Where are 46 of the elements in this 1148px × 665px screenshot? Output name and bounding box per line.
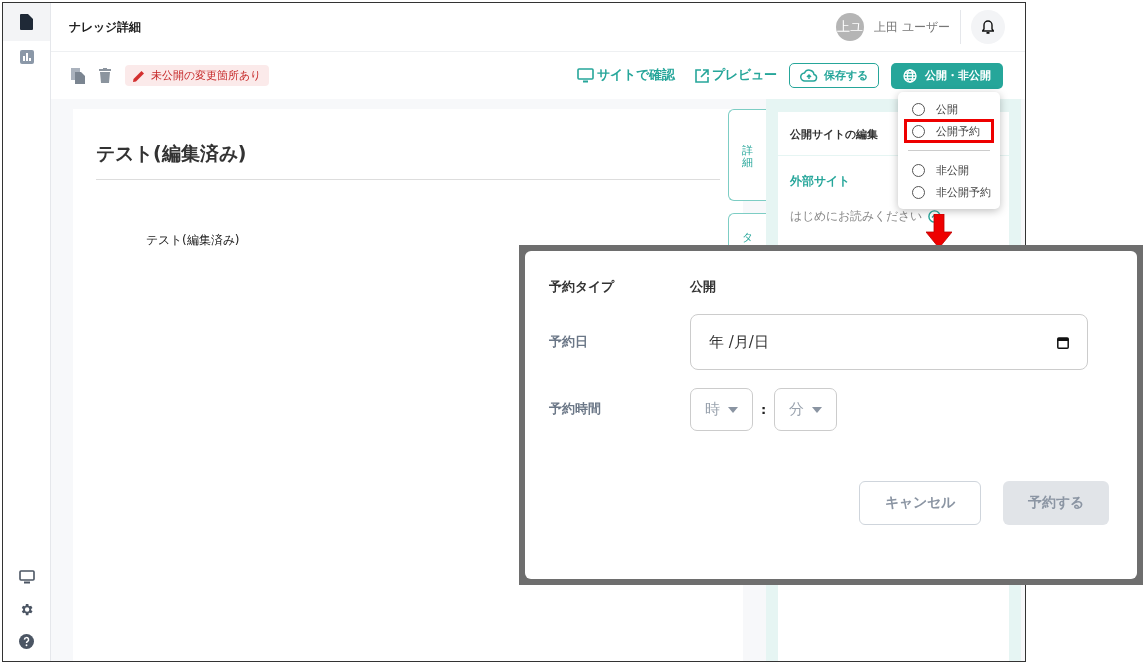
notification-button[interactable] (971, 10, 1005, 44)
toolbar-link[interactable]: プレビュー (695, 67, 777, 84)
globe-icon (903, 68, 917, 83)
menu-item[interactable]: 公開予約 (898, 120, 1000, 142)
settings-icon (19, 601, 34, 617)
time-separator: : (761, 402, 767, 417)
section-label: 外部サイト (790, 174, 850, 189)
document-icon (20, 14, 33, 30)
sidebar-item[interactable] (3, 3, 50, 41)
hour-select[interactable]: 時 (690, 388, 753, 431)
cloud-upload-icon (800, 69, 818, 82)
field-label: 予約タイプ (549, 279, 616, 296)
delete-button[interactable] (99, 68, 111, 83)
user-name: 上田 ユーザー (874, 19, 950, 35)
save-button[interactable]: 保存する (789, 63, 879, 88)
publish-button[interactable]: 公開・非公開 (891, 62, 1003, 89)
avatar[interactable]: 上ユ (836, 13, 865, 41)
page-title: ナレッジ詳細 (69, 18, 141, 36)
bar-chart-icon (19, 50, 34, 64)
field-value: 公開 (690, 279, 716, 296)
help-icon (19, 633, 34, 649)
field-label: 予約時間 (549, 401, 602, 418)
bell-icon (982, 20, 994, 34)
side-tab[interactable]: 詳細 (728, 109, 766, 201)
external-link-icon (695, 68, 709, 83)
toolbar-link[interactable]: サイトで確認 (577, 67, 675, 84)
down-arrow (926, 214, 952, 248)
date-field[interactable]: 年 /月/日 (690, 314, 1088, 370)
caret-icon (728, 406, 738, 413)
minute-select[interactable]: 分 (774, 388, 838, 431)
copy-icon (71, 67, 85, 84)
cancel-button[interactable]: キャンセル (859, 481, 981, 525)
calendar-icon[interactable] (1057, 335, 1069, 349)
trash-icon (99, 68, 111, 83)
field-label: 予約日 (549, 333, 589, 351)
menu-item[interactable]: 非公開予約 (898, 181, 1000, 203)
monitor-icon (577, 68, 594, 83)
copy-button[interactable] (71, 67, 85, 84)
article-title: テスト(編集済み) (96, 133, 720, 180)
pencil-icon (133, 69, 145, 82)
caret-icon (812, 406, 823, 413)
monitor-icon (18, 570, 35, 584)
menu-item[interactable]: 非公開 (898, 159, 1000, 181)
article-body: テスト(編集済み) (146, 232, 241, 249)
link-item: はじめにお読みください (790, 209, 922, 224)
status-text: 未公開の変更箇所あり (151, 68, 261, 83)
